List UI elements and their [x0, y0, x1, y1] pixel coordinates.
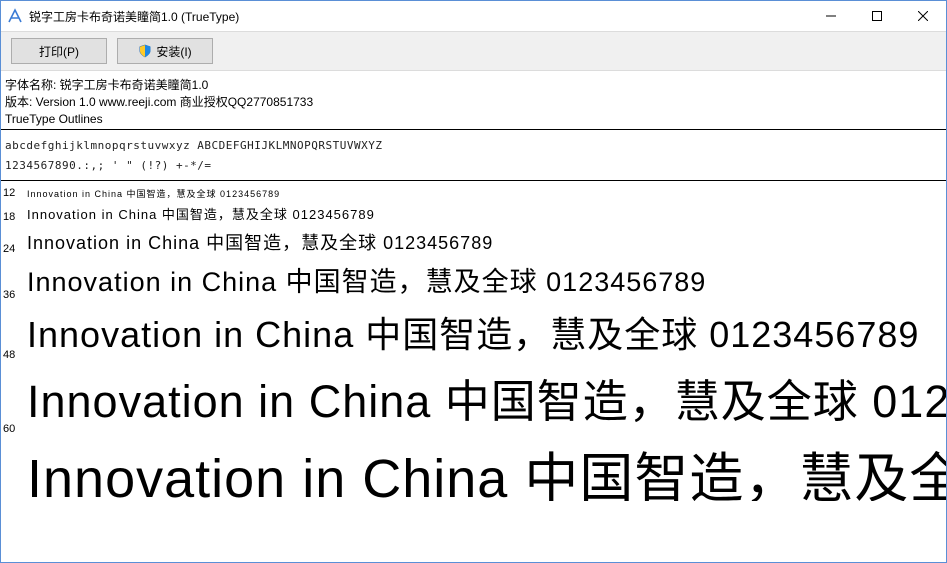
sample-row-48: 48 Innovation in China 中国智造，慧及全球 0123456…: [1, 305, 946, 365]
glyphs-digits-punct: 1234567890.:,; ' " (!?) +-*/=: [5, 156, 942, 176]
toolbar: 打印(P) 安装(I): [1, 31, 946, 71]
font-meta: 字体名称: 锐字工房卡布奇诺美瞳简1.0 版本: Version 1.0 www…: [1, 71, 946, 130]
content-area: 字体名称: 锐字工房卡布奇诺美瞳简1.0 版本: Version 1.0 www…: [1, 71, 946, 562]
maximize-button[interactable]: [854, 1, 900, 31]
glyphs-lowercase-uppercase: abcdefghijklmnopqrstuvwxyz ABCDEFGHIJKLM…: [5, 136, 942, 156]
minimize-button[interactable]: [808, 1, 854, 31]
sample-text: Innovation in China 中国智造，慧及全球 0123456789: [27, 187, 280, 201]
sample-row-12: 12 Innovation in China 中国智造，慧及全球 0123456…: [1, 185, 946, 203]
sample-size-label: 18: [3, 211, 27, 225]
sample-row-18: 18 Innovation in China 中国智造，慧及全球 0123456…: [1, 203, 946, 227]
sample-size-label: 48: [3, 349, 27, 363]
sample-text: Innovation in China 中国智造，慧及全球 0123456789: [27, 307, 919, 363]
sample-text: Innovation in China 中国智造，慧及全球 0123456789: [27, 367, 946, 437]
minimize-icon: [826, 11, 836, 21]
print-button-label: 打印(P): [39, 43, 79, 60]
sample-row-72: 72 Innovation in China 中国智造，慧及全球 0123456…: [1, 439, 946, 501]
sample-text: Innovation in China 中国智造，慧及全球 0123456789: [27, 441, 946, 499]
glyph-set: abcdefghijklmnopqrstuvwxyz ABCDEFGHIJKLM…: [1, 130, 946, 181]
sample-waterfall: 12 Innovation in China 中国智造，慧及全球 0123456…: [1, 181, 946, 501]
maximize-icon: [872, 11, 882, 21]
font-name-line: 字体名称: 锐字工房卡布奇诺美瞳简1.0: [5, 77, 942, 94]
sample-size-label: 60: [3, 423, 27, 437]
print-button[interactable]: 打印(P): [11, 38, 107, 64]
sample-text: Innovation in China 中国智造，慧及全球 0123456789: [27, 205, 375, 225]
sample-row-24: 24 Innovation in China 中国智造，慧及全球 0123456…: [1, 227, 946, 259]
sample-row-60: 60 Innovation in China 中国智造，慧及全球 0123456…: [1, 365, 946, 439]
window-controls: [808, 1, 946, 31]
font-app-icon: [7, 8, 23, 24]
font-version-line: 版本: Version 1.0 www.reeji.com 商业授权QQ2770…: [5, 94, 942, 111]
sample-size-label: 36: [3, 289, 27, 303]
close-button[interactable]: [900, 1, 946, 31]
window-title: 锐字工房卡布奇诺美瞳简1.0 (TrueType): [29, 8, 808, 25]
install-button[interactable]: 安装(I): [117, 38, 213, 64]
shield-icon: [138, 44, 152, 58]
font-outlines-line: TrueType Outlines: [5, 111, 942, 128]
sample-text: Innovation in China 中国智造，慧及全球 0123456789: [27, 261, 706, 303]
sample-size-label: 24: [3, 243, 27, 257]
sample-text: Innovation in China 中国智造，慧及全球 0123456789: [27, 229, 493, 257]
titlebar: 锐字工房卡布奇诺美瞳简1.0 (TrueType): [1, 1, 946, 31]
sample-size-label: 12: [3, 187, 27, 201]
install-button-label: 安装(I): [156, 43, 191, 60]
close-icon: [918, 11, 928, 21]
sample-row-36: 36 Innovation in China 中国智造，慧及全球 0123456…: [1, 259, 946, 305]
